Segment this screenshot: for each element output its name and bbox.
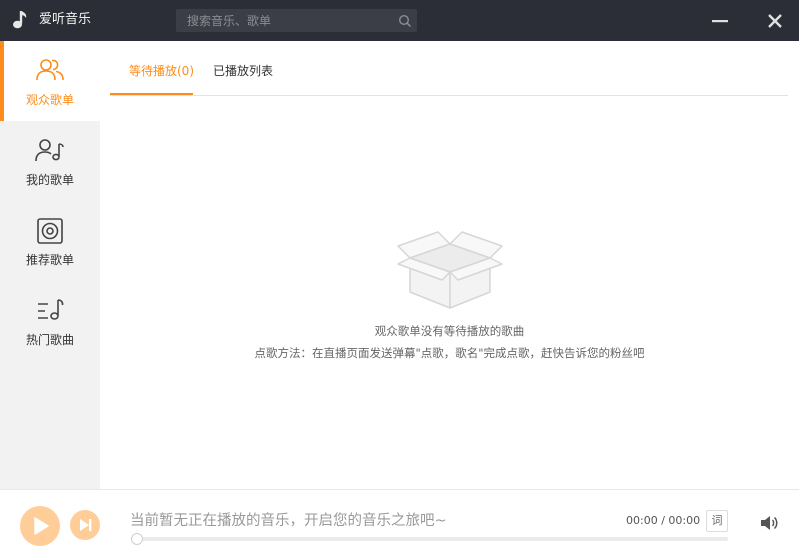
progress-bar[interactable] (131, 533, 728, 545)
sidebar-item-label: 观众歌单 (25, 93, 74, 107)
sidebar-item-label: 我的歌单 (25, 173, 74, 187)
sidebar: 观众歌单 我的歌单 推荐歌单 热门歌曲 (0, 41, 100, 489)
close-icon[interactable] (764, 10, 786, 32)
music-note-icon (13, 11, 27, 29)
progress-handle[interactable] (131, 533, 143, 545)
audience-users-icon (36, 59, 64, 81)
tab-waiting[interactable]: 等待播放(0) (129, 64, 194, 78)
player-bar: 当前暂无正在播放的音乐，开启您的音乐之旅吧~ 00:00 / 00:00 词 (0, 489, 799, 559)
search-icon[interactable] (398, 14, 412, 28)
tab-played-list[interactable]: 已播放列表 (213, 64, 273, 78)
empty-message: 观众歌单没有等待播放的歌曲 (374, 324, 525, 338)
active-tab-indicator (110, 93, 193, 95)
next-button[interactable] (70, 510, 100, 540)
title-bar: 爱听音乐 (0, 0, 799, 41)
speaker-icon (37, 218, 63, 244)
time-display: 00:00 / 00:00 (626, 514, 701, 527)
sidebar-item-label: 热门歌曲 (25, 333, 74, 347)
play-icon (34, 517, 49, 535)
play-button[interactable] (20, 506, 60, 546)
user-music-icon (35, 139, 64, 162)
app-title: 爱听音乐 (39, 12, 92, 27)
volume-icon[interactable] (758, 512, 780, 534)
sidebar-item-my-playlist[interactable]: 我的歌单 (0, 121, 100, 201)
sidebar-item-hot-songs[interactable]: 热门歌曲 (0, 281, 100, 361)
hot-music-icon (38, 299, 64, 320)
minimize-icon[interactable] (709, 10, 731, 32)
sidebar-item-audience-playlist[interactable]: 观众歌单 (0, 41, 100, 121)
empty-box-icon (397, 231, 503, 309)
sidebar-item-recommended-playlist[interactable]: 推荐歌单 (0, 201, 100, 281)
search-box[interactable] (176, 9, 417, 32)
empty-hint: 点歌方法：在直播页面发送弹幕"点歌，歌名"完成点歌，赶快告诉您的粉丝吧 (254, 346, 645, 360)
playlist-tabs: 等待播放(0) 已播放列表 (110, 41, 788, 96)
sidebar-item-label: 推荐歌单 (25, 253, 74, 267)
search-input[interactable] (176, 9, 392, 32)
next-track-icon (80, 519, 92, 531)
lyrics-button[interactable]: 词 (706, 510, 728, 532)
now-playing-text: 当前暂无正在播放的音乐，开启您的音乐之旅吧~ (130, 513, 447, 529)
